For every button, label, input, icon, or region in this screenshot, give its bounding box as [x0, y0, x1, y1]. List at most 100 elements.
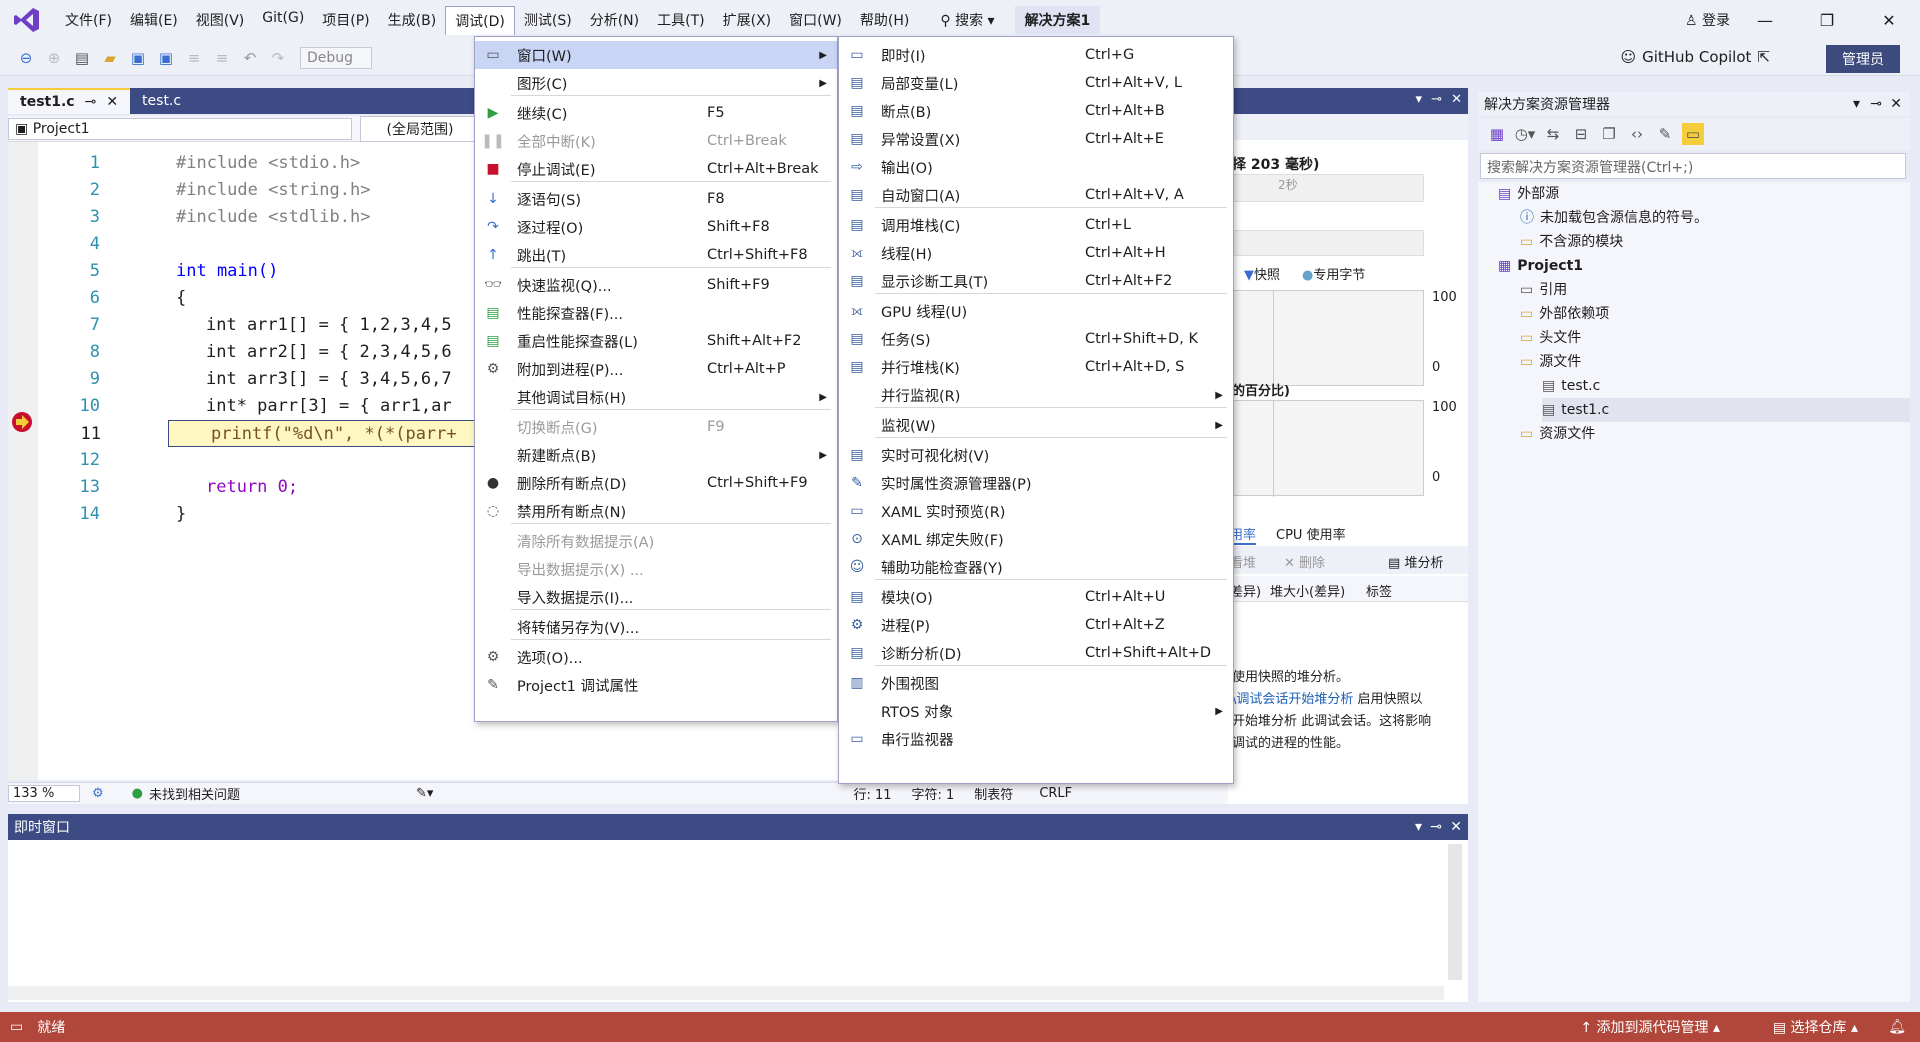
immediate-window-input[interactable] [8, 840, 1468, 1002]
tab-testc[interactable]: test.c [130, 88, 193, 114]
window-menu-item-18[interactable]: ☺ 辅助功能检查器(Y) [839, 553, 1233, 581]
code-line[interactable]: 11 printf("%d\n", *(*(parr+ [81, 420, 488, 447]
window-menu-item-22[interactable]: ▥ 外围视图 [839, 669, 1233, 697]
window-menu-item-15[interactable]: ✎ 实时属性资源管理器(P) [839, 469, 1233, 497]
debug-menu-item-19[interactable]: 导入数据提示(I)... [475, 583, 837, 611]
debug-menu-item-21[interactable]: ⚙ 选项(O)... [475, 643, 837, 671]
window-menu-item-2[interactable]: ▤ 断点(B) Ctrl+Alt+B [839, 97, 1233, 125]
tree-item[interactable]: ▭ 外部依赖项 [1520, 302, 1910, 326]
breakpoint-gutter[interactable] [8, 142, 38, 780]
switch-view-icon[interactable]: ▦ [1486, 123, 1508, 145]
debug-menu-item-16[interactable]: ◌ 禁用所有断点(N) [475, 497, 837, 525]
debug-menu-item-17[interactable]: 清除所有数据提示(A) [475, 527, 837, 555]
cleanup-icon[interactable]: ✎▾ [416, 786, 433, 801]
window-menu-item-13[interactable]: 监视(W) ▶ [839, 411, 1233, 439]
copilot-button[interactable]: ☺ GitHub Copilot ⇱ [1620, 48, 1770, 66]
heap-analysis-button[interactable]: ▤ 堆分析 [1388, 552, 1443, 571]
panel-pin-icon[interactable]: ⊸ [1430, 819, 1442, 835]
horizontal-scrollbar[interactable] [8, 986, 1444, 1000]
debug-menu-item-5[interactable]: ↓ 逐语句(S) F8 [475, 185, 837, 213]
tree-item[interactable]: ▭ 源文件 [1520, 350, 1910, 374]
panel-dropdown-icon[interactable]: ▾ [1853, 96, 1860, 112]
open-icon[interactable]: ▰ [99, 47, 121, 69]
search-button[interactable]: ⚲ 搜索 ▾ [930, 7, 1004, 33]
debug-menu-item-3[interactable]: ❚❚ 全部中断(K) Ctrl+Break [475, 127, 837, 155]
tree-item[interactable]: ⓘ 未加载包含源信息的符号。 [1520, 206, 1910, 230]
tree-item[interactable]: ▭ 资源文件 [1520, 422, 1910, 446]
forward-icon[interactable]: ⊕ [43, 47, 65, 69]
debug-menu-item-1[interactable]: 图形(C) ▶ [475, 69, 837, 97]
panel-close-icon[interactable]: ✕ [1890, 96, 1902, 112]
scope-select[interactable]: (全局范围) [360, 115, 480, 142]
debug-menu-item-15[interactable]: ● 删除所有断点(D) Ctrl+Shift+F9 [475, 469, 837, 497]
tree-item[interactable]: ▭ 引用 [1520, 278, 1910, 302]
preview-icon[interactable]: ▭ [1682, 123, 1704, 145]
window-menu-item-3[interactable]: ▤ 异常设置(X) Ctrl+Alt+E [839, 125, 1233, 153]
comment-icon[interactable]: ≡ [183, 47, 205, 69]
eol-mode[interactable]: CRLF [1039, 786, 1072, 801]
menu-item-5[interactable]: 生成(B) [379, 6, 446, 35]
select-repo-button[interactable]: ▤ 选择仓库 ▴ [1773, 1017, 1858, 1037]
tree-item[interactable]: ▭ 不含源的模块 [1520, 230, 1910, 254]
add-source-control-button[interactable]: ↑ 添加到源代码管理 ▴ [1580, 1017, 1720, 1037]
window-menu-item-9[interactable]: ⟗ GPU 线程(U) [839, 297, 1233, 325]
debug-menu-item-4[interactable]: ■ 停止调试(E) Ctrl+Alt+Break [475, 155, 837, 183]
new-project-icon[interactable]: ▤ [71, 47, 93, 69]
menu-item-7[interactable]: 测试(S) [515, 6, 581, 35]
col-heapsize[interactable]: 堆大小(差异) [1270, 581, 1345, 600]
menu-item-11[interactable]: 窗口(W) [780, 6, 851, 35]
share-icon[interactable]: ⇱ [1757, 48, 1770, 66]
notification-icon[interactable]: 🔔︎ [1888, 1019, 1906, 1035]
window-menu-item-14[interactable]: ▤ 实时可视化树(V) [839, 441, 1233, 469]
pin-icon[interactable]: ⊸ [85, 94, 97, 110]
col-diff[interactable]: 差异) [1230, 581, 1261, 600]
debug-menu-item-13[interactable]: 切换断点(G) F9 [475, 413, 837, 441]
save-icon[interactable]: ▣ [127, 47, 149, 69]
panel-close-icon[interactable]: ✕ [1451, 92, 1462, 107]
window-menu-item-6[interactable]: ▤ 调用堆栈(C) Ctrl+L [839, 211, 1233, 239]
panel-pin-icon[interactable]: ⊸ [1431, 92, 1442, 107]
close-icon[interactable]: ✕ [1858, 11, 1920, 30]
menu-item-12[interactable]: 帮助(H) [851, 6, 918, 35]
window-menu-item-1[interactable]: ▤ 局部变量(L) Ctrl+Alt+V, L [839, 69, 1233, 97]
window-menu-item-11[interactable]: ▤ 并行堆栈(K) Ctrl+Alt+D, S [839, 353, 1233, 381]
collapse-all-icon[interactable]: ⊟ [1570, 123, 1592, 145]
heap-msg-link[interactable]: \调试会话开始堆分析 [1232, 692, 1353, 707]
solution-search-input[interactable]: 搜索解决方案资源管理器(Ctrl+;) [1480, 153, 1906, 179]
window-menu-item-7[interactable]: ⟗ 线程(H) Ctrl+Alt+H [839, 239, 1233, 267]
panel-close-icon[interactable]: ✕ [1450, 819, 1462, 835]
panel-pin-icon[interactable]: ⊸ [1870, 96, 1882, 112]
debug-menu-item-12[interactable]: 其他调试目标(H) ▶ [475, 383, 837, 411]
undo-icon[interactable]: ↶ [239, 47, 261, 69]
tab-test1c[interactable]: test1.c ⊸ ✕ [8, 88, 131, 114]
minimize-icon[interactable]: — [1734, 11, 1796, 30]
debug-menu-item-7[interactable]: ↑ 跳出(T) Ctrl+Shift+F8 [475, 241, 837, 269]
window-menu-item-12[interactable]: 并行监视(R) ▶ [839, 381, 1233, 409]
sync-icon[interactable]: ⇆ [1542, 123, 1564, 145]
debug-menu-item-20[interactable]: 将转储另存为(V)... [475, 613, 837, 641]
window-menu-item-8[interactable]: ▤ 显示诊断工具(T) Ctrl+Alt+F2 [839, 267, 1233, 295]
code-view-icon[interactable]: ‹› [1626, 123, 1648, 145]
window-menu-item-19[interactable]: ▤ 模块(O) Ctrl+Alt+U [839, 583, 1233, 611]
tree-item[interactable]: ▦ Project1 [1498, 254, 1910, 278]
window-menu-item-20[interactable]: ⚙ 进程(P) Ctrl+Alt+Z [839, 611, 1233, 639]
project-select[interactable]: ▣ Project1 [8, 117, 352, 140]
debug-menu-item-10[interactable]: ▤ 重启性能探查器(L) Shift+Alt+F2 [475, 327, 837, 355]
delete-button[interactable]: ✕ 删除 [1284, 552, 1325, 571]
menu-item-6[interactable]: 调试(D) [445, 5, 515, 35]
panel-dropdown-icon[interactable]: ▾ [1415, 92, 1422, 107]
debug-menu-item-11[interactable]: ⚙ 附加到进程(P)... Ctrl+Alt+P [475, 355, 837, 383]
tab-cpu[interactable]: CPU 使用率 [1276, 524, 1346, 543]
show-all-icon[interactable]: ❐ [1598, 123, 1620, 145]
menu-item-0[interactable]: 文件(F) [56, 6, 121, 35]
debug-menu-item-0[interactable]: ▭ 窗口(W) ▶ [475, 41, 837, 69]
tab-mode[interactable]: 制表符 [974, 784, 1013, 803]
history-icon[interactable]: ◷▾ [1514, 123, 1536, 145]
window-menu-item-17[interactable]: ⊙ XAML 绑定失败(F) [839, 525, 1233, 553]
config-select[interactable]: Debug [300, 46, 372, 69]
window-menu-item-4[interactable]: ⇨ 输出(O) [839, 153, 1233, 181]
window-menu-item-5[interactable]: ▤ 自动窗口(A) Ctrl+Alt+V, A [839, 181, 1233, 209]
debug-menu-item-14[interactable]: 新建断点(B) ▶ [475, 441, 837, 469]
panel-dropdown-icon[interactable]: ▾ [1415, 819, 1422, 835]
menu-item-8[interactable]: 分析(N) [581, 6, 648, 35]
